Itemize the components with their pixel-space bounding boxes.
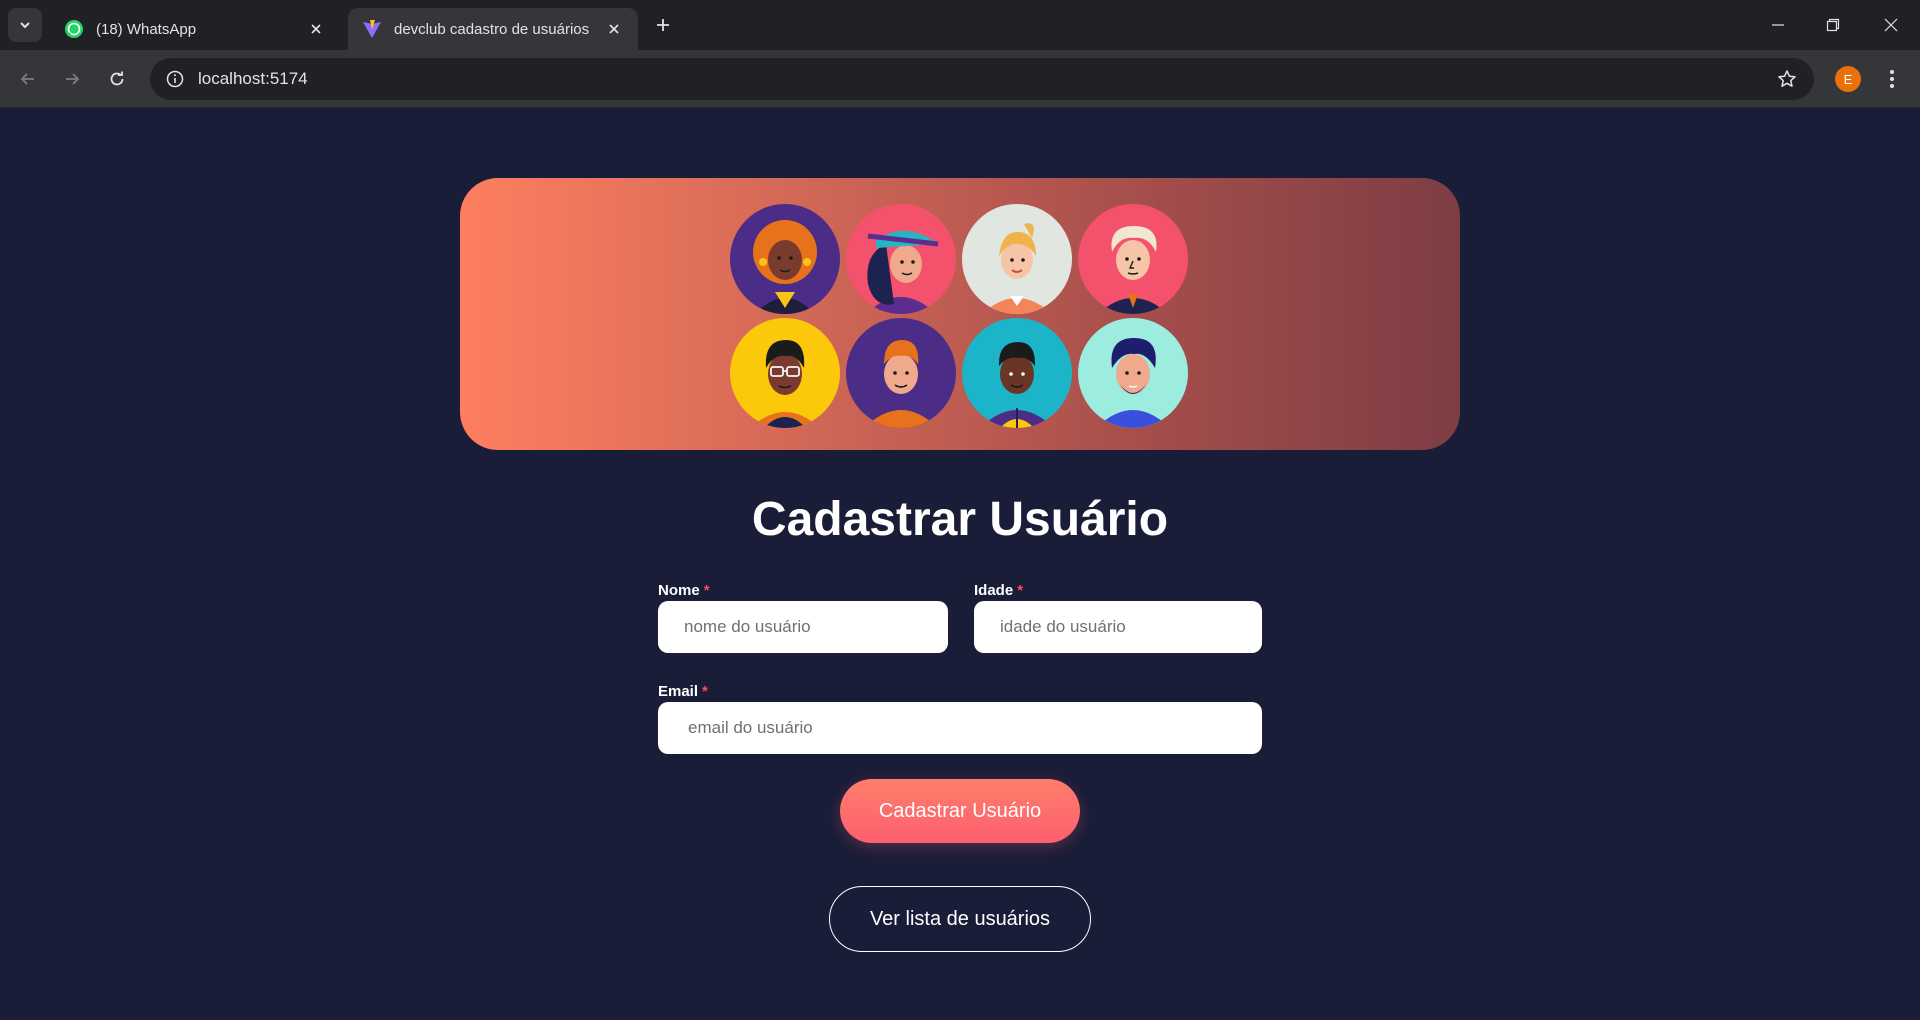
close-icon [1884,18,1898,32]
age-label-text: Idade [974,582,1014,599]
avatar-illustration [962,204,1072,314]
avatar-illustration [962,318,1072,428]
email-input[interactable] [658,702,1262,754]
address-bar[interactable]: localhost:5174 [150,58,1814,100]
forward-button[interactable] [56,63,88,95]
restore-button[interactable] [1818,10,1848,40]
avatars-grid [730,204,1190,428]
minimize-icon [1772,24,1784,26]
name-label-text: Nome [658,582,700,599]
view-users-list-button[interactable]: Ver lista de usuários [829,886,1091,952]
vite-icon [363,20,381,38]
restore-icon [1826,18,1840,32]
register-user-button[interactable]: Cadastrar Usuário [840,779,1080,843]
close-icon [311,24,321,34]
tab-search-button[interactable] [8,8,42,42]
more-vertical-icon [1890,70,1894,88]
info-icon [166,70,184,88]
tab-title: devclub cadastro de usuários [394,20,590,38]
site-info-button[interactable] [154,58,196,100]
new-tab-button[interactable] [650,12,676,38]
star-icon [1778,70,1796,87]
avatar-illustration [730,318,840,428]
profile-avatar[interactable]: E [1835,66,1861,92]
avatar-illustration [730,204,840,314]
required-mark: * [1017,582,1024,599]
close-tab-button[interactable] [604,19,624,39]
age-label: Idade * [974,582,1023,599]
close-window-button[interactable] [1876,10,1906,40]
close-icon [609,24,619,34]
minimize-button[interactable] [1763,10,1793,40]
tab-title: (18) WhatsApp [96,20,197,38]
plus-icon [657,19,669,31]
reload-button[interactable] [101,63,133,95]
chevron-down-icon [20,22,30,29]
reload-icon [110,71,124,86]
url-text: localhost:5174 [198,69,308,88]
browser-toolbar: localhost:5174 E [0,50,1920,108]
close-tab-button[interactable] [306,19,326,39]
page-content: Cadastrar Usuário Nome* Idade* Email* Ca… [0,109,1920,1020]
page-title: Cadastrar Usuário [751,493,1169,546]
browser-tab-bar: (18) WhatsApp devclub cadastro de usuári… [0,0,1920,50]
avatar-illustration [846,318,956,428]
age-input[interactable] [974,601,1262,653]
name-label: Nome * [658,582,710,599]
avatar-illustration [1078,318,1188,428]
name-input[interactable] [658,601,948,653]
tab-devclub[interactable]: devclub cadastro de usuários [348,8,638,50]
whatsapp-icon [65,20,83,38]
required-mark: * [703,582,710,599]
required-mark: * [702,683,708,700]
arrow-right-icon [66,73,80,85]
tab-whatsapp[interactable]: (18) WhatsApp [50,8,340,50]
avatar-illustration [846,204,956,314]
avatar-illustration [1078,204,1188,314]
browser-menu-button[interactable] [1876,63,1908,95]
arrow-left-icon [20,73,34,85]
email-label-text: Email [658,683,699,700]
email-label: Email * [658,683,708,700]
back-button[interactable] [12,63,44,95]
hero-banner [460,178,1460,450]
bookmark-button[interactable] [1766,58,1808,100]
